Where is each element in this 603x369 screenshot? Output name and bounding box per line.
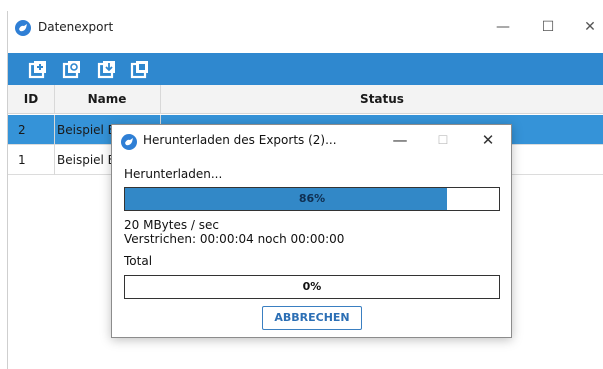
download-button[interactable] — [96, 59, 118, 79]
copy-icon — [130, 59, 150, 79]
close-button[interactable]: ✕ — [574, 15, 603, 39]
add-icon — [28, 59, 48, 79]
column-divider — [54, 115, 55, 145]
total-progress-bar: 0% — [124, 275, 500, 299]
table-header: ID Name Status — [8, 85, 603, 114]
download-speed: 20 MBytes / sec — [124, 218, 220, 232]
refresh-button[interactable] — [61, 59, 83, 79]
minimize-button[interactable]: — — [487, 15, 519, 39]
row-id: 2 — [18, 123, 26, 137]
main-window-title: Datenexport — [38, 20, 114, 34]
copy-button[interactable] — [129, 59, 151, 79]
column-header-id[interactable]: ID — [8, 85, 55, 114]
app-logo-icon — [121, 134, 137, 150]
dialog-maximize-button: ☐ — [437, 133, 449, 147]
main-titlebar: Datenexport — ☐ ✕ — [8, 11, 603, 43]
download-status-label: Herunterladen... — [124, 167, 223, 181]
download-progress-bar: 86% — [124, 187, 500, 211]
column-header-status[interactable]: Status — [160, 85, 603, 114]
total-progress-text: 0% — [302, 280, 322, 293]
column-divider — [54, 145, 55, 175]
row-id: 1 — [18, 153, 26, 167]
dialog-close-button[interactable]: ✕ — [474, 129, 502, 151]
download-icon — [97, 59, 117, 79]
cancel-button[interactable]: ABBRECHEN — [262, 306, 362, 330]
elapsed-time: Verstrichen: 00:00:04 noch 00:00:00 — [124, 232, 345, 246]
refresh-icon — [62, 59, 82, 79]
add-export-button[interactable] — [27, 59, 49, 79]
column-header-name[interactable]: Name — [54, 85, 161, 114]
download-progress-text: 86% — [298, 192, 326, 205]
maximize-button[interactable]: ☐ — [532, 15, 564, 39]
dialog-minimize-button[interactable]: — — [386, 129, 414, 151]
app-logo-icon — [15, 20, 31, 36]
toolbar — [8, 53, 603, 85]
dialog-title: Herunterladen des Exports (2)... — [143, 133, 337, 147]
download-dialog: Herunterladen des Exports (2)... — ☐ ✕ H… — [111, 124, 512, 338]
total-label: Total — [124, 254, 153, 268]
